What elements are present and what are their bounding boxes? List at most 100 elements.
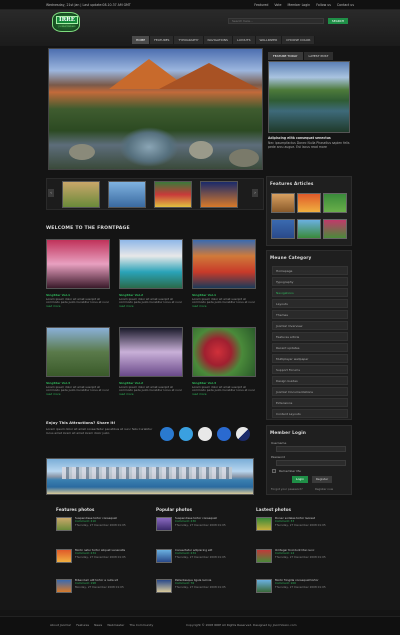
username-field[interactable]: [276, 446, 346, 452]
menu-item-features-article[interactable]: Features article: [272, 332, 348, 341]
gallery-image[interactable]: [119, 239, 183, 289]
tab-latest-post[interactable]: LATEST POST: [303, 52, 334, 60]
footer-link-webmaster[interactable]: Webmaster: [107, 623, 124, 627]
photo-thumbnail[interactable]: [156, 549, 172, 563]
skype-icon[interactable]: [179, 427, 193, 441]
feature-thumbnail[interactable]: [323, 219, 347, 239]
top-link-featured[interactable]: Featured: [254, 3, 268, 7]
nav-item-choose-color[interactable]: CHOOSE COLOR: [282, 36, 316, 44]
search-button[interactable]: SEARCH: [328, 18, 348, 24]
password-field[interactable]: [276, 460, 346, 466]
menu-item-design-guides[interactable]: Design Guides: [272, 376, 348, 385]
photo-thumbnail[interactable]: [156, 579, 172, 593]
nav-item-typography[interactable]: TYPOGRAPHY: [174, 36, 204, 44]
footer-link-community[interactable]: The Community: [129, 623, 153, 627]
read-more-link[interactable]: read more: [46, 304, 114, 309]
photo-thumbnail[interactable]: [256, 517, 272, 531]
rock: [229, 149, 259, 167]
slideshow-caption: Adipiscing elitk consequat senectus Nec …: [268, 136, 350, 170]
digg-icon[interactable]: [198, 427, 212, 441]
menu-item-themes[interactable]: Themes: [272, 310, 348, 319]
photo-thumbnail[interactable]: [56, 579, 72, 593]
photo-date: Thursday, 27 December 2008 01:05: [75, 522, 126, 527]
photo-list-item[interactable]: Morbi natur tortor aliquet venenatis Com…: [56, 548, 146, 571]
delicious-icon[interactable]: [217, 427, 231, 441]
features-photos-column: Features photos Suspendisse tortor conse…: [56, 507, 146, 607]
thumbnail-sunset[interactable]: [200, 181, 238, 208]
menu-item-multiplayer-wallpaper[interactable]: Multiplayer wallpaper: [272, 354, 348, 363]
gallery-image[interactable]: [46, 327, 110, 377]
photo-list-item[interactable]: Consectetur adipiscing elit Comment: 234…: [156, 548, 246, 571]
forgot-password-link[interactable]: Forgot your password?: [271, 487, 303, 491]
thumbnail-sailboat[interactable]: [108, 181, 146, 208]
photo-list-item[interactable]: Omtegar tincidunt litai nunc Comment: 14…: [256, 548, 346, 571]
slideshow-side-image[interactable]: [268, 61, 350, 133]
footer-link-about[interactable]: About Joomla!: [50, 623, 71, 627]
footer-link-news[interactable]: News: [94, 623, 102, 627]
photo-list-item[interactable]: Suspendisse tortor consequat Comment: 21…: [56, 516, 146, 539]
search-input[interactable]: Search here...: [228, 18, 324, 24]
remember-checkbox[interactable]: [272, 469, 276, 473]
gallery-image[interactable]: [119, 327, 183, 377]
read-more-link[interactable]: read more: [192, 392, 260, 397]
panorama-banner[interactable]: [46, 458, 254, 495]
photo-thumbnail[interactable]: [56, 549, 72, 563]
gallery-image[interactable]: [46, 239, 110, 289]
photo-list-item[interactable]: Donec sodales tortor laoreet Comment: 33…: [256, 516, 346, 539]
feature-thumbnail[interactable]: [271, 193, 295, 213]
menu-item-recent-updates[interactable]: Recent updates: [272, 343, 348, 352]
nav-item-wallpaper[interactable]: WALLPAPER: [255, 36, 283, 44]
photo-thumbnail[interactable]: [256, 549, 272, 563]
menu-item-extensions[interactable]: Extensions: [272, 398, 348, 407]
register-now-link[interactable]: Register now: [315, 487, 333, 491]
share-title: Enjoy This Attractions? Share it!: [46, 420, 116, 425]
feature-thumbnail[interactable]: [297, 219, 321, 239]
top-link-vote[interactable]: Vote: [274, 3, 281, 7]
prev-arrow-icon[interactable]: ‹: [48, 189, 54, 197]
top-link-member-login[interactable]: Member Login: [287, 3, 310, 7]
login-button[interactable]: Login: [292, 476, 308, 483]
site-logo[interactable]: IRRE JOOMLA TEMPLATE: [52, 12, 80, 32]
photo-list-item[interactable]: Pellentesque ligula lacinia Comment: 76 …: [156, 578, 246, 601]
gallery-image[interactable]: [192, 327, 256, 377]
nav-item-features[interactable]: FEATURES: [150, 36, 175, 44]
menu-item-joomla-documentations[interactable]: Joomla! Documentations: [272, 387, 348, 396]
photo-list-item[interactable]: Bibendum elit tortor a nulla sit Comment…: [56, 578, 146, 601]
nav-item-layouts[interactable]: LAYOUTS: [232, 36, 256, 44]
read-more-link[interactable]: read more: [119, 304, 187, 309]
feature-thumbnail[interactable]: [271, 219, 295, 239]
menu-item-layouts[interactable]: Layouts: [272, 299, 348, 308]
next-arrow-icon[interactable]: ›: [252, 189, 258, 197]
stumbleupon-icon[interactable]: [160, 427, 174, 441]
thumbnail-flowers[interactable]: [154, 181, 192, 208]
feature-thumbnail[interactable]: [323, 193, 347, 213]
tab-feature-today[interactable]: FEATURE TODAY: [268, 52, 303, 60]
nav-item-home[interactable]: HOME: [132, 36, 151, 44]
read-more-link[interactable]: read more: [46, 392, 114, 397]
slideshow-main-image[interactable]: [48, 48, 263, 170]
menu-item-support-forums[interactable]: Support Forums: [272, 365, 348, 374]
nav-item-navigations[interactable]: NAVIGATIONS: [203, 36, 233, 44]
photo-date: Thursday, 27 December 2008 01:05: [175, 522, 226, 527]
menu-item-typography[interactable]: Typography: [272, 277, 348, 286]
photo-thumbnail[interactable]: [156, 517, 172, 531]
photo-list-item[interactable]: Morbi fringilla consequat tortor Comment…: [256, 578, 346, 601]
top-link-follow[interactable]: Follow us: [316, 3, 331, 7]
menu-item-joomla-overview[interactable]: Joomla! Overview: [272, 321, 348, 330]
menu-item-homepage[interactable]: Homepage: [272, 266, 348, 275]
menu-item-navigations[interactable]: Navigations: [272, 288, 348, 297]
footer-link-features[interactable]: Features: [76, 623, 89, 627]
photo-thumbnail[interactable]: [56, 517, 72, 531]
feature-thumbnail[interactable]: [297, 193, 321, 213]
footer-links: About Joomla! Features News Webmaster Th…: [50, 623, 153, 627]
register-button[interactable]: Register: [312, 476, 332, 483]
gallery-image[interactable]: [192, 239, 256, 289]
read-more-link[interactable]: read more: [192, 304, 260, 309]
photo-list-item[interactable]: Suspendisse tortor consequat Comment: 23…: [156, 516, 246, 539]
photo-thumbnail[interactable]: [256, 579, 272, 593]
top-link-contact[interactable]: Contact us: [337, 3, 354, 7]
read-more-link[interactable]: read more: [119, 392, 187, 397]
menu-item-content-layouts[interactable]: Content Layouts: [272, 409, 348, 418]
thumbnail-cactus[interactable]: [62, 181, 100, 208]
share-icon[interactable]: [236, 427, 250, 441]
